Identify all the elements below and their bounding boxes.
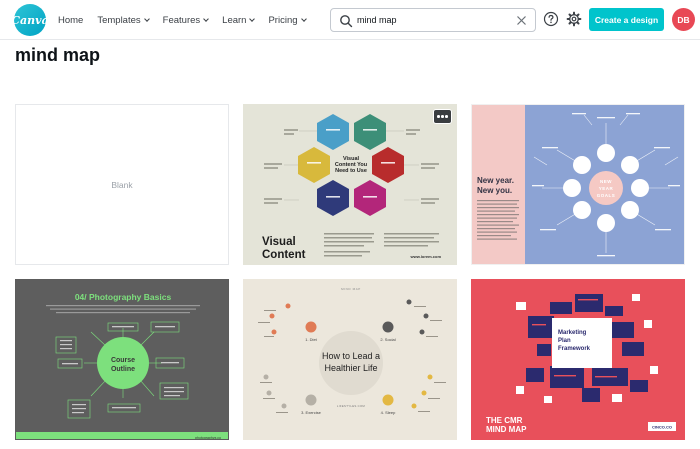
template-card-cmr-mind-map[interactable]: Marketing Plan Framework THE CMR MIND MA… (471, 279, 685, 440)
new-year-thumbnail: New year. New you. NEW YEAR GOALS (472, 105, 684, 264)
life-title-line-1: How to Lead a (322, 351, 380, 361)
top-bar: Canva Home Templates Features Learn Pric… (0, 0, 700, 40)
visual-center-line-3: Need to Use (335, 168, 367, 174)
cmr-thumbnail: Marketing Plan Framework THE CMR MIND MA… (472, 280, 684, 439)
visual-url: www.lorem.com (409, 254, 441, 259)
nav-features[interactable]: Features (163, 15, 209, 26)
create-design-button[interactable]: Create a design (589, 8, 664, 31)
life-title-line-2: Healthier Life (324, 363, 377, 373)
blank-label: Blank (111, 180, 133, 190)
healthier-life-thumbnail: MIND MAP How to Lead a Healthier Life 1.… (244, 280, 456, 439)
gear-icon[interactable] (566, 11, 582, 27)
goals-center-line-1: NEW (600, 179, 612, 184)
search-icon (340, 15, 353, 28)
cmr-title-line-1: THE CMR (486, 416, 523, 425)
chevron-down-icon (203, 15, 209, 22)
visual-title-line-2: Content (262, 249, 306, 261)
goals-center-line-2: YEAR (599, 186, 614, 191)
template-card-visual-content[interactable]: Visual Content You Need to Use Visual Co… (243, 104, 457, 265)
chevron-down-icon (249, 15, 256, 22)
nav-home-label: Home (58, 14, 84, 26)
life-label-3: 3. Exercise (301, 410, 322, 415)
life-label-4: 4. Sleep (381, 410, 396, 415)
cmr-title-line-2: MIND MAP (486, 425, 527, 434)
chevron-down-icon (300, 15, 307, 22)
photo-center-line-2: Outline (111, 366, 135, 373)
life-url: LIFESTYLES.COM (337, 404, 366, 408)
nav-features-label: Features (162, 14, 201, 26)
template-card-healthier-life[interactable]: MIND MAP How to Lead a Healthier Life 1.… (243, 279, 457, 440)
photo-center-line-1: Course (111, 357, 135, 364)
photo-title: 04/ Photography Basics (75, 292, 172, 302)
photo-footer: photographyx.co (195, 436, 221, 440)
close-icon[interactable] (516, 15, 527, 26)
nav-templates[interactable]: Templates (97, 14, 150, 26)
main-nav: Home Templates Features Learn Pricing (58, 0, 320, 40)
nav-pricing-label: Pricing (268, 14, 298, 26)
help-icon[interactable] (543, 11, 559, 27)
nav-templates-label: Templates (97, 14, 141, 26)
cmr-brand: CINCO.CO (652, 425, 672, 430)
life-tag: MIND MAP (341, 287, 361, 291)
search-box[interactable] (330, 8, 536, 32)
goals-heading-line-2: New you. (477, 186, 512, 195)
cmr-center-line-1: Marketing (558, 330, 587, 336)
nav-learn-label: Learn (222, 14, 247, 26)
page-title: mind map (15, 45, 101, 65)
more-options-button[interactable] (433, 109, 452, 124)
nav-pricing[interactable]: Pricing (268, 14, 307, 26)
avatar[interactable]: DB (672, 8, 695, 31)
goals-heading-line-1: New year. (477, 176, 514, 185)
cmr-center-line-3: Framework (558, 346, 591, 352)
nav-home[interactable]: Home (58, 15, 83, 26)
search-input[interactable] (357, 12, 517, 28)
template-card-photography-basics[interactable]: 04/ Photography Basics Course Outline ph… (15, 279, 229, 440)
chevron-down-icon (143, 15, 150, 22)
life-label-2: 2. Social (380, 337, 395, 342)
template-card-new-year-goals[interactable]: New year. New you. NEW YEAR GOALS (471, 104, 685, 265)
visual-title-line-1: Visual (262, 236, 296, 248)
goals-center-line-3: GOALS (597, 193, 616, 198)
canva-logo[interactable]: Canva (11, 4, 49, 36)
nav-learn[interactable]: Learn (222, 14, 256, 26)
life-label-1: 1. Diet (305, 337, 317, 342)
visual-content-thumbnail: Visual Content You Need to Use Visual Co… (262, 114, 441, 261)
photography-thumbnail: 04/ Photography Basics Course Outline ph… (16, 280, 228, 440)
cmr-center-line-2: Plan (558, 338, 571, 344)
template-card-blank[interactable]: Blank (15, 104, 229, 265)
